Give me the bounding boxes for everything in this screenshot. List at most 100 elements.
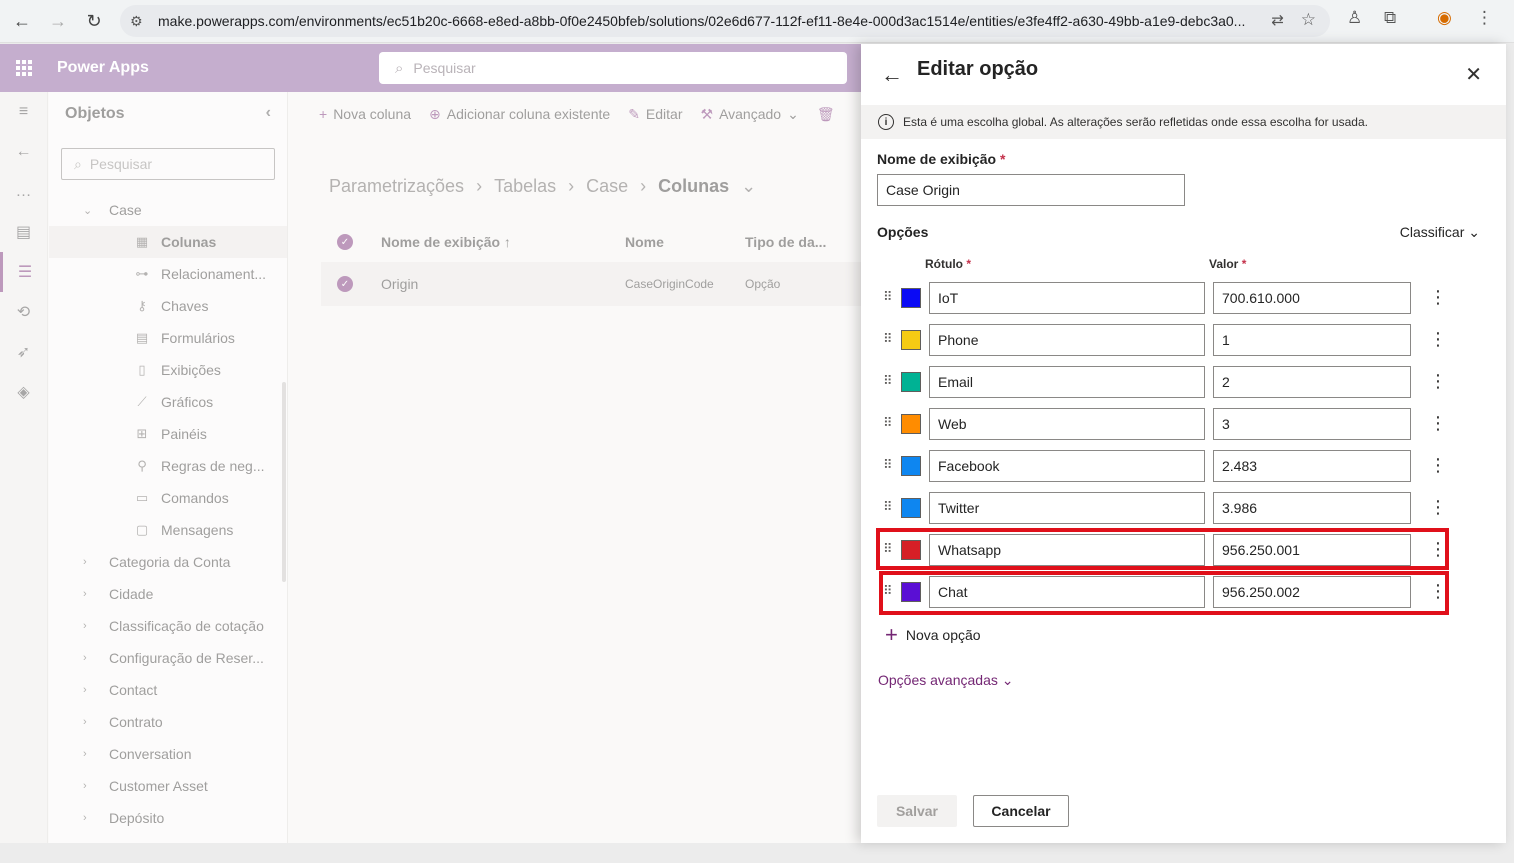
translate-icon[interactable]: ⇄: [1271, 11, 1284, 29]
advanced-button[interactable]: ⚒ Avançado ⌄: [701, 106, 799, 123]
close-icon[interactable]: ✕: [1465, 62, 1482, 87]
object-list-icon[interactable]: ☰: [0, 252, 47, 292]
more-options-icon[interactable]: ⋮: [1429, 372, 1447, 390]
address-bar[interactable]: ⚙ make.powerapps.com/environments/ec51b2…: [120, 5, 1330, 37]
color-swatch[interactable]: [901, 288, 921, 308]
delete-button[interactable]: 🗑: [817, 106, 835, 123]
cancel-button[interactable]: Cancelar: [973, 795, 1069, 827]
tree-node-table[interactable]: › Categoria da Conta: [49, 546, 287, 578]
breadcrumb-current[interactable]: Colunas: [658, 176, 729, 197]
tree-item-exibicoes[interactable]: ▯ Exibições: [49, 354, 287, 386]
back-icon[interactable]: ←: [0, 132, 47, 172]
breadcrumb-item[interactable]: Case: [586, 176, 628, 197]
global-search-input[interactable]: ⌕ Pesquisar: [379, 52, 847, 84]
pipeline-icon[interactable]: ◈: [0, 372, 47, 412]
drag-handle-icon[interactable]: ⠿: [883, 499, 892, 515]
edit-button[interactable]: ✎ Editar: [628, 106, 682, 123]
browser-menu-icon[interactable]: ⋮: [1476, 8, 1493, 28]
tree-node-table[interactable]: › Depósito: [49, 802, 287, 834]
collapse-chevron-icon[interactable]: ‹: [266, 104, 271, 122]
tree-item-graficos[interactable]: ⟋ Gráficos: [49, 386, 287, 418]
tree-node-table[interactable]: › Contact: [49, 674, 287, 706]
extension-icon[interactable]: ♙: [1347, 8, 1362, 28]
option-label-input[interactable]: Email: [929, 366, 1205, 398]
tree-node-table[interactable]: › Conversation: [49, 738, 287, 770]
app-launcher-icon[interactable]: [0, 44, 48, 92]
tree-item-formularios[interactable]: ▤ Formulários: [49, 322, 287, 354]
history-icon[interactable]: ⟲: [0, 292, 47, 332]
option-value-input[interactable]: 3.986: [1213, 492, 1411, 524]
option-value-input[interactable]: 2.483: [1213, 450, 1411, 482]
extensions-puzzle-icon[interactable]: ⧉: [1384, 8, 1396, 28]
color-swatch[interactable]: [901, 414, 921, 434]
reload-icon[interactable]: ↻: [76, 3, 112, 39]
tree-item-comandos[interactable]: ▭ Comandos: [49, 482, 287, 514]
select-all-checkbox[interactable]: ✓: [337, 234, 353, 250]
more-options-icon[interactable]: ⋮: [1429, 414, 1447, 432]
header-name[interactable]: Nome: [625, 234, 745, 250]
table-row[interactable]: ✓ Origin CaseOriginCode Opção: [321, 262, 881, 306]
tree-node-table[interactable]: › Contrato: [49, 706, 287, 738]
deploy-rocket-icon[interactable]: ➶: [0, 332, 47, 372]
tree-node-table[interactable]: › Configuração de Reser...: [49, 642, 287, 674]
header-display-name[interactable]: Nome de exibição ↑: [381, 234, 625, 250]
more-options-icon[interactable]: ⋮: [1429, 330, 1447, 348]
color-swatch[interactable]: [901, 456, 921, 476]
tree-node-table[interactable]: › Cidade: [49, 578, 287, 610]
option-value-input[interactable]: 1: [1213, 324, 1411, 356]
objects-icon[interactable]: ▤: [0, 212, 47, 252]
tree-item-regras[interactable]: ⚲ Regras de neg...: [49, 450, 287, 482]
option-label-input[interactable]: IoT: [929, 282, 1205, 314]
row-checkbox[interactable]: ✓: [337, 276, 353, 292]
sort-dropdown[interactable]: Classificar ⌄: [1400, 224, 1480, 241]
drag-handle-icon[interactable]: ⠿: [883, 331, 892, 347]
drag-handle-icon[interactable]: ⠿: [883, 457, 892, 473]
tree-node-table[interactable]: › Customer Asset: [49, 770, 287, 802]
color-swatch[interactable]: [901, 330, 921, 350]
more-options-icon[interactable]: ⋮: [1429, 498, 1447, 516]
objects-scrollbar[interactable]: [282, 382, 286, 582]
chevron-down-icon: ⌄: [83, 204, 93, 217]
tree-item-relacionamentos[interactable]: ⊶ Relacionament...: [49, 258, 287, 290]
option-label-input[interactable]: Facebook: [929, 450, 1205, 482]
option-row: ⠿ Facebook 2.483 ⋮: [881, 450, 1447, 482]
info-text: Esta é uma escolha global. As alterações…: [903, 115, 1368, 129]
bookmark-star-icon[interactable]: ☆: [1301, 10, 1316, 30]
new-column-button[interactable]: + Nova coluna: [319, 106, 411, 122]
more-options-icon[interactable]: ⋮: [1429, 288, 1447, 306]
color-swatch[interactable]: [901, 372, 921, 392]
back-arrow-icon[interactable]: ←: [4, 3, 40, 39]
tree-node-table[interactable]: › Classificação de cotação: [49, 610, 287, 642]
option-value-input[interactable]: 700.610.000: [1213, 282, 1411, 314]
option-value-input[interactable]: 3: [1213, 408, 1411, 440]
more-options-icon[interactable]: ⋮: [1429, 456, 1447, 474]
objects-search-input[interactable]: ⌕ Pesquisar: [61, 148, 275, 180]
tree-item-colunas[interactable]: ▦ Colunas: [49, 226, 287, 258]
display-name-input[interactable]: Case Origin: [877, 174, 1185, 206]
site-settings-icon[interactable]: ⚙: [130, 13, 154, 30]
hamburger-icon[interactable]: ≡: [0, 92, 47, 132]
back-arrow-icon[interactable]: ←: [881, 62, 903, 88]
color-swatch[interactable]: [901, 498, 921, 518]
option-label-input[interactable]: Twitter: [929, 492, 1205, 524]
breadcrumb-item[interactable]: Tabelas: [494, 176, 556, 197]
advanced-options-toggle[interactable]: Opções avançadas ⌄: [878, 672, 1013, 689]
option-value-input[interactable]: 2: [1213, 366, 1411, 398]
tree-node-case[interactable]: ⌄ Case: [49, 194, 287, 226]
drag-handle-icon[interactable]: ⠿: [883, 373, 892, 389]
tree-item-mensagens[interactable]: ▢ Mensagens: [49, 514, 287, 546]
drag-handle-icon[interactable]: ⠿: [883, 289, 892, 305]
tree-item-paineis[interactable]: ⊞ Painéis: [49, 418, 287, 450]
new-option-button[interactable]: + Nova opção: [885, 624, 981, 646]
profile-icon[interactable]: ◉: [1437, 8, 1452, 28]
forward-arrow-icon[interactable]: →: [40, 3, 76, 39]
option-label-input[interactable]: Web: [929, 408, 1205, 440]
option-label-input[interactable]: Phone: [929, 324, 1205, 356]
breadcrumb-item[interactable]: Parametrizações: [329, 176, 464, 197]
tree-item-chaves[interactable]: ⚷ Chaves: [49, 290, 287, 322]
more-icon[interactable]: …: [0, 172, 47, 212]
save-button[interactable]: Salvar: [877, 795, 957, 827]
add-existing-column-button[interactable]: ⊕ Adicionar coluna existente: [429, 106, 610, 123]
drag-handle-icon[interactable]: ⠿: [883, 415, 892, 431]
header-type[interactable]: Tipo de da...: [745, 234, 826, 250]
